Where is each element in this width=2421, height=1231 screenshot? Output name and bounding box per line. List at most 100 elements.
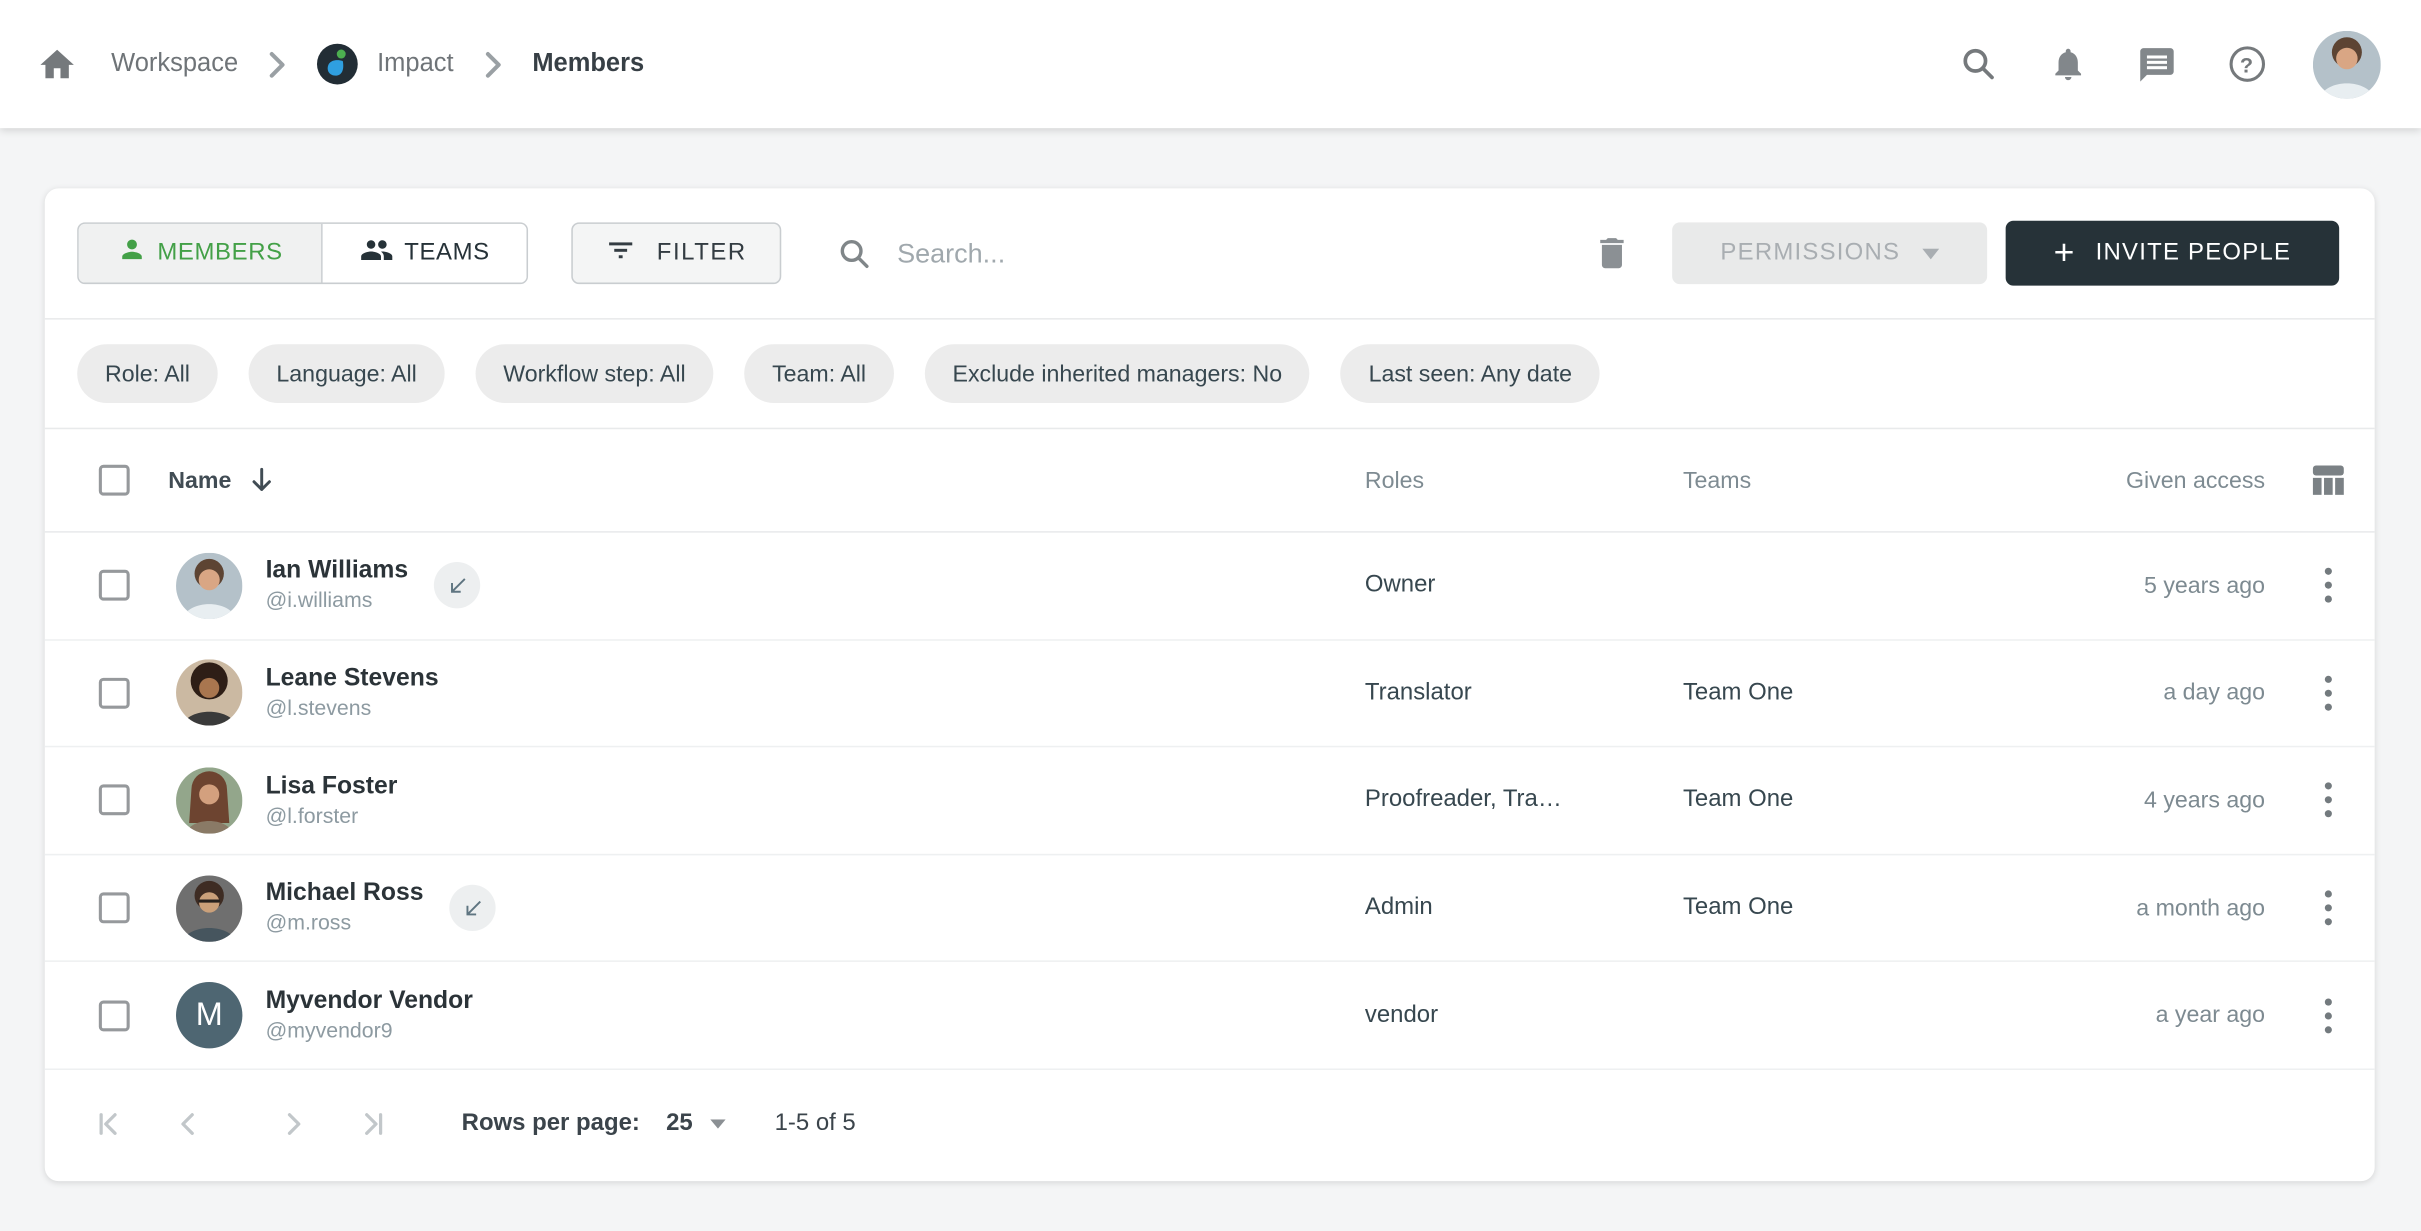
- chevron-right-icon: [267, 50, 287, 78]
- rows-per-page-value: 25: [666, 1111, 693, 1139]
- member-given-access: a day ago: [2163, 680, 2265, 706]
- chip-role[interactable]: Role: All: [77, 344, 218, 403]
- login-as-user-icon[interactable]: [450, 885, 496, 931]
- member-name: Leane Stevens: [266, 664, 439, 695]
- row-checkbox[interactable]: [99, 1000, 130, 1031]
- user-avatar[interactable]: [2313, 30, 2381, 98]
- notifications-icon[interactable]: [2047, 44, 2087, 84]
- member-given-access: a year ago: [2156, 1002, 2265, 1028]
- permissions-button-label: PERMISSIONS: [1720, 239, 1900, 267]
- avatar: [176, 660, 242, 726]
- question-mark-glyph: ?: [2229, 46, 2265, 82]
- row-menu-icon[interactable]: [2310, 886, 2347, 929]
- chip-language[interactable]: Language: All: [249, 344, 445, 403]
- sort-descending-icon: [248, 466, 274, 494]
- row-menu-icon[interactable]: [2310, 564, 2347, 607]
- next-page-icon[interactable]: [275, 1106, 312, 1143]
- avatar: [176, 552, 242, 618]
- top-bar-actions: ?: [1908, 30, 2380, 98]
- member-identity: Myvendor Vendor @myvendor9: [266, 986, 473, 1045]
- table-row[interactable]: Michael Ross @m.ross Admin Team One a mo…: [45, 855, 2375, 962]
- plus-icon: +: [2054, 234, 2076, 270]
- breadcrumb-current: Members: [532, 49, 644, 78]
- search-icon[interactable]: [1958, 44, 1998, 84]
- chip-exclude-inherited-managers[interactable]: Exclude inherited managers: No: [925, 344, 1310, 403]
- members-page: Workspace Impact Members: [0, 0, 2421, 1231]
- column-header-name[interactable]: Name: [168, 466, 274, 494]
- table-row[interactable]: Ian Williams @i.williams Owner 5 years a…: [45, 533, 2375, 640]
- row-menu-icon[interactable]: [2310, 671, 2347, 714]
- caret-down-icon: [710, 1120, 725, 1129]
- member-handle: @i.williams: [266, 587, 409, 615]
- tab-teams[interactable]: TEAMS: [323, 224, 527, 283]
- pagination-bar: Rows per page: 25 1-5 of 5: [45, 1070, 2375, 1180]
- messages-icon[interactable]: [2137, 44, 2177, 84]
- member-identity: Ian Williams @i.williams: [266, 556, 409, 615]
- row-menu-icon[interactable]: [2310, 994, 2347, 1037]
- breadcrumb: Workspace Impact Members: [37, 43, 644, 85]
- breadcrumb-project[interactable]: Impact: [377, 49, 453, 78]
- filter-button[interactable]: FILTER: [571, 222, 781, 284]
- breadcrumb-workspace[interactable]: Workspace: [111, 49, 238, 78]
- previous-page-icon[interactable]: [170, 1106, 207, 1143]
- member-roles: Proofreader, Tra…: [1365, 787, 1562, 815]
- member-handle: @m.ross: [266, 910, 424, 938]
- chip-last-seen[interactable]: Last seen: Any date: [1341, 344, 1600, 403]
- table-row[interactable]: M Myvendor Vendor @myvendor9 vendor a ye…: [45, 962, 2375, 1069]
- members-teams-toggle: MEMBERS TEAMS: [77, 222, 528, 284]
- pagination-range: 1-5 of 5: [775, 1111, 856, 1139]
- chevron-right-icon: [483, 50, 503, 78]
- row-checkbox[interactable]: [99, 785, 130, 816]
- member-given-access: a month ago: [2136, 895, 2265, 921]
- help-icon[interactable]: ?: [2226, 44, 2266, 84]
- tab-members[interactable]: MEMBERS: [79, 224, 323, 283]
- column-header-given-access: Given access: [2126, 467, 2265, 493]
- chip-team[interactable]: Team: All: [744, 344, 894, 403]
- row-checkbox[interactable]: [99, 893, 130, 924]
- table-header: Name Roles Teams Given access: [45, 429, 2375, 532]
- person-icon: [117, 235, 146, 272]
- member-name: Lisa Foster: [266, 771, 398, 802]
- avatar-initial: M: [196, 997, 223, 1034]
- search-box: [837, 235, 1592, 271]
- chip-workflow-step[interactable]: Workflow step: All: [475, 344, 713, 403]
- row-checkbox[interactable]: [99, 570, 130, 601]
- delete-icon[interactable]: [1592, 233, 1632, 273]
- column-header-teams: Teams: [1683, 467, 1751, 493]
- table-row[interactable]: Leane Stevens @l.stevens Translator Team…: [45, 640, 2375, 747]
- home-icon[interactable]: [37, 44, 77, 84]
- member-teams: Team One: [1683, 679, 1793, 707]
- tab-teams-label: TEAMS: [404, 239, 490, 267]
- member-identity: Leane Stevens @l.stevens: [266, 664, 439, 723]
- member-roles: Translator: [1365, 679, 1472, 707]
- column-settings-icon[interactable]: [2308, 460, 2348, 500]
- member-name: Ian Williams: [266, 556, 409, 587]
- member-name: Michael Ross: [266, 879, 424, 910]
- member-identity: Michael Ross @m.ross: [266, 879, 424, 938]
- last-page-icon[interactable]: [355, 1106, 392, 1143]
- login-as-user-icon[interactable]: [434, 562, 480, 608]
- member-roles: vendor: [1365, 1002, 1438, 1030]
- member-teams: Team One: [1683, 787, 1793, 815]
- rows-per-page-select[interactable]: 25: [666, 1111, 725, 1139]
- filter-chips-row: Role: All Language: All Workflow step: A…: [45, 320, 2375, 430]
- row-menu-icon[interactable]: [2310, 779, 2347, 822]
- caret-down-icon: [1922, 239, 1939, 267]
- invite-people-button[interactable]: + INVITE PEOPLE: [2006, 221, 2340, 286]
- member-handle: @l.forster: [266, 802, 398, 830]
- column-header-roles: Roles: [1365, 467, 1424, 493]
- member-name: Myvendor Vendor: [266, 986, 473, 1017]
- members-card: MEMBERS TEAMS FILTER: [45, 188, 2375, 1181]
- top-bar: Workspace Impact Members: [0, 0, 2421, 128]
- filter-button-label: FILTER: [657, 239, 747, 267]
- permissions-button[interactable]: PERMISSIONS: [1672, 222, 1987, 284]
- member-given-access: 5 years ago: [2144, 573, 2265, 599]
- filter-icon: [606, 234, 637, 273]
- avatar: M: [176, 982, 242, 1048]
- select-all-checkbox[interactable]: [99, 465, 130, 496]
- search-input[interactable]: [897, 237, 1592, 269]
- row-checkbox[interactable]: [99, 678, 130, 709]
- table-row[interactable]: Lisa Foster @l.forster Proofreader, Tra……: [45, 748, 2375, 855]
- first-page-icon[interactable]: [90, 1106, 127, 1143]
- avatar: [176, 875, 242, 941]
